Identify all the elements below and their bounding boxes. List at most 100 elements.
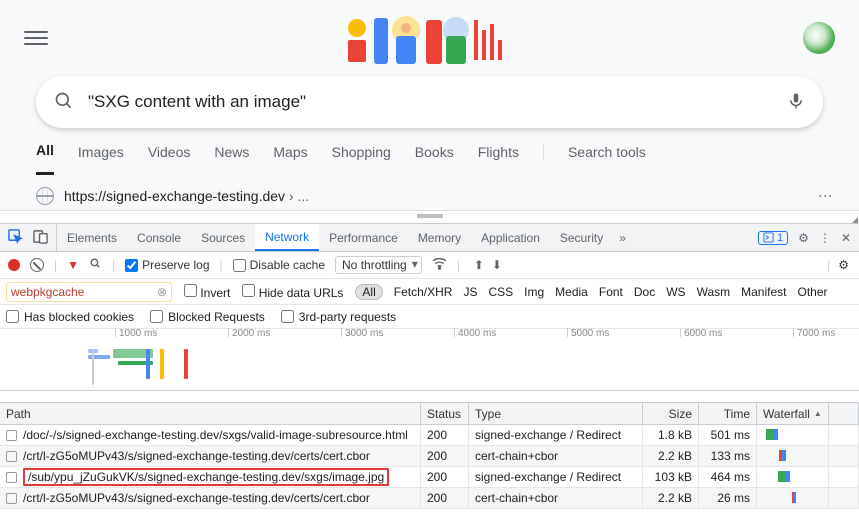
col-size[interactable]: Size — [643, 403, 699, 424]
globe-icon — [36, 187, 54, 205]
panel-tab-application[interactable]: Application — [471, 224, 550, 251]
filter-input-box[interactable]: ⊗ — [6, 282, 172, 302]
console-errors-badge[interactable]: 1 — [758, 231, 788, 245]
type-chip-font[interactable]: Font — [599, 285, 623, 299]
network-timeline[interactable]: 1000 ms2000 ms3000 ms4000 ms5000 ms6000 … — [0, 329, 859, 391]
panel-tab-performance[interactable]: Performance — [319, 224, 408, 251]
overflow-icon[interactable]: ⋮ — [819, 231, 831, 245]
row-checkbox[interactable] — [6, 472, 17, 483]
request-status: 200 — [421, 425, 469, 445]
third-party-checkbox[interactable]: 3rd-party requests — [281, 310, 396, 324]
row-checkbox[interactable] — [6, 430, 17, 441]
tab-shopping[interactable]: Shopping — [332, 144, 391, 174]
type-chip-wasm[interactable]: Wasm — [697, 285, 731, 299]
type-chip-fetchxhr[interactable]: Fetch/XHR — [394, 285, 453, 299]
request-type: cert-chain+cbor — [469, 488, 643, 508]
search-tools[interactable]: Search tools — [568, 144, 646, 174]
clear-icon[interactable] — [30, 258, 44, 272]
devtools-resize-handle[interactable] — [0, 211, 859, 221]
row-end — [829, 467, 859, 487]
panel-tab-security[interactable]: Security — [550, 224, 613, 251]
filter-toggle-icon[interactable]: ▼ — [67, 258, 79, 272]
clear-filter-icon[interactable]: ⊗ — [157, 285, 167, 299]
panel-tab-sources[interactable]: Sources — [191, 224, 255, 251]
panel-tab-console[interactable]: Console — [127, 224, 191, 251]
table-row[interactable]: /crt/l-zG5oMUPv43/s/signed-exchange-test… — [0, 446, 859, 467]
col-end — [829, 403, 859, 424]
request-waterfall — [757, 488, 829, 508]
col-type[interactable]: Type — [469, 403, 643, 424]
filter-input[interactable] — [11, 285, 157, 299]
network-filter-row: ⊗ Invert Hide data URLs All Fetch/XHR JS CS… — [0, 279, 859, 305]
request-path: /crt/l-zG5oMUPv43/s/signed-exchange-test… — [23, 449, 370, 463]
row-end — [829, 488, 859, 508]
table-row[interactable]: /sub/ypu_jZuGukVK/s/signed-exchange-test… — [0, 467, 859, 488]
device-toggle-icon[interactable] — [33, 229, 48, 247]
col-waterfall[interactable]: Waterfall — [757, 403, 829, 424]
devtools-tabbar: ElementsConsoleSourcesNetworkPerformance… — [0, 224, 859, 252]
type-chip-img[interactable]: Img — [524, 285, 544, 299]
request-status: 200 — [421, 488, 469, 508]
record-icon[interactable] — [8, 259, 20, 271]
request-path: /crt/l-zG5oMUPv43/s/signed-exchange-test… — [23, 491, 370, 505]
type-chip-media[interactable]: Media — [555, 285, 588, 299]
panel-tab-network[interactable]: Network — [255, 224, 319, 251]
invert-checkbox[interactable]: Invert — [184, 284, 230, 300]
hide-data-urls-checkbox[interactable]: Hide data URLs — [242, 284, 343, 300]
throttling-select[interactable]: No throttling — [335, 256, 422, 274]
tab-news[interactable]: News — [214, 144, 249, 174]
request-waterfall — [757, 467, 829, 487]
result-overflow-icon[interactable]: ⋮ — [823, 189, 829, 204]
search-result[interactable]: https://signed-exchange-testing.dev › ..… — [0, 175, 859, 209]
tab-flights[interactable]: Flights — [478, 144, 519, 174]
close-devtools-icon[interactable]: ✕ — [841, 231, 851, 245]
type-chip-other[interactable]: Other — [797, 285, 827, 299]
google-doodle[interactable] — [66, 10, 785, 66]
request-status: 200 — [421, 446, 469, 466]
network-settings-icon[interactable]: ⚙ — [838, 258, 849, 272]
tab-maps[interactable]: Maps — [273, 144, 307, 174]
row-checkbox[interactable] — [6, 493, 17, 504]
type-chip-js[interactable]: JS — [463, 285, 477, 299]
type-chip-css[interactable]: CSS — [488, 285, 513, 299]
panel-tab-memory[interactable]: Memory — [408, 224, 471, 251]
network-conditions-icon[interactable] — [432, 257, 447, 273]
tab-books[interactable]: Books — [415, 144, 454, 174]
preserve-log-checkbox[interactable]: Preserve log — [125, 258, 209, 272]
search-box[interactable] — [36, 76, 823, 128]
row-end — [829, 446, 859, 466]
disable-cache-checkbox[interactable]: Disable cache — [233, 258, 325, 272]
search-tabs: All Images Videos News Maps Shopping Boo… — [0, 128, 859, 175]
search-input[interactable] — [88, 92, 773, 112]
profile-avatar[interactable] — [803, 22, 835, 54]
col-path[interactable]: Path — [0, 403, 421, 424]
export-har-icon[interactable]: ⬇ — [492, 258, 502, 272]
mic-icon[interactable] — [787, 90, 805, 115]
request-time: 464 ms — [699, 467, 757, 487]
more-tabs-icon[interactable]: » — [613, 231, 632, 245]
hamburger-icon[interactable] — [24, 31, 48, 45]
type-chip-manifest[interactable]: Manifest — [741, 285, 786, 299]
tab-all[interactable]: All — [36, 142, 54, 175]
panel-tab-elements[interactable]: Elements — [57, 224, 127, 251]
inspect-icon[interactable] — [8, 229, 23, 247]
type-chip-all[interactable]: All — [355, 284, 382, 300]
devtools: ElementsConsoleSourcesNetworkPerformance… — [0, 223, 859, 529]
tab-images[interactable]: Images — [78, 144, 124, 174]
search-page: All Images Videos News Maps Shopping Boo… — [0, 0, 859, 211]
type-chip-doc[interactable]: Doc — [634, 285, 655, 299]
request-type: signed-exchange / Redirect — [469, 425, 643, 445]
import-har-icon[interactable]: ⬆ — [474, 258, 484, 272]
table-row[interactable]: /crt/l-zG5oMUPv43/s/signed-exchange-test… — [0, 488, 859, 509]
search-toggle-icon[interactable] — [89, 257, 102, 273]
col-status[interactable]: Status — [421, 403, 469, 424]
row-checkbox[interactable] — [6, 451, 17, 462]
type-chip-ws[interactable]: WS — [666, 285, 685, 299]
tab-videos[interactable]: Videos — [148, 144, 191, 174]
table-row[interactable]: /doc/-/s/signed-exchange-testing.dev/sxg… — [0, 425, 859, 446]
blocked-cookies-checkbox[interactable]: Has blocked cookies — [6, 310, 134, 324]
blocked-requests-checkbox[interactable]: Blocked Requests — [150, 310, 265, 324]
col-time[interactable]: Time — [699, 403, 757, 424]
settings-icon[interactable]: ⚙ — [798, 231, 809, 245]
overview-strip — [0, 391, 859, 403]
